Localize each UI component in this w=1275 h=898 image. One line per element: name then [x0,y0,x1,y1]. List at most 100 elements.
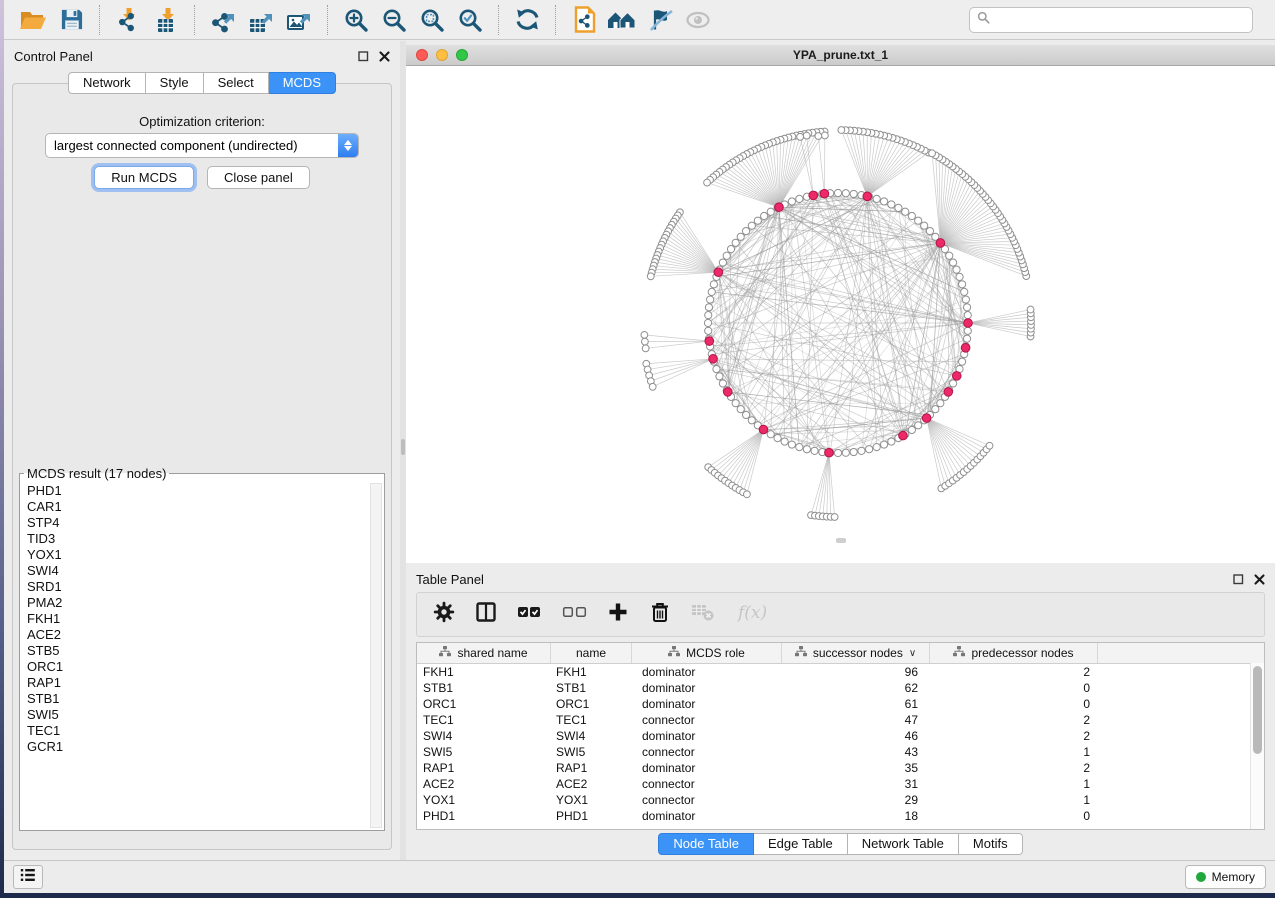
table-delete-button[interactable] [691,601,716,628]
network-canvas[interactable] [406,66,1275,563]
table-tab-network-table[interactable]: Network Table [848,833,959,855]
select-all-button[interactable] [517,601,542,628]
zoom-selected-icon [457,7,483,33]
tab-mcds[interactable]: MCDS [269,72,336,94]
table-row[interactable]: SWI5SWI5connector431 [417,744,1250,760]
delete-button[interactable] [649,601,671,628]
float-table-panel-icon[interactable] [1233,574,1244,585]
save-button[interactable] [54,3,88,37]
table-panel-tabs: Node TableEdge TableNetwork TableMotifs [406,833,1275,855]
run-mcds-button[interactable]: Run MCDS [94,166,194,189]
maximize-window-button[interactable] [456,49,468,61]
mcds-result-item[interactable]: STB5 [22,643,368,659]
add-button[interactable] [607,601,629,628]
criterion-select[interactable]: largest connected component (undirected) [45,133,359,158]
mcds-result-item[interactable]: GCR1 [22,739,368,755]
table-tab-motifs[interactable]: Motifs [959,833,1023,855]
close-table-panel-icon[interactable] [1254,574,1265,585]
table-cell: 0 [930,697,1098,711]
table-row[interactable]: TEC1TEC1connector472 [417,712,1250,728]
search-input[interactable] [995,12,1245,28]
table-row[interactable]: STB1STB1dominator620 [417,680,1250,696]
float-panel-icon[interactable] [358,51,369,62]
mcds-result-item[interactable]: FKH1 [22,611,368,627]
columns-button[interactable] [475,601,497,628]
search-box[interactable] [969,7,1253,33]
open-folder-button[interactable] [16,3,50,37]
session-houses-button[interactable] [605,3,639,37]
zoom-fit-button[interactable] [415,3,449,37]
network-graph[interactable] [406,66,1275,563]
mcds-result-item[interactable]: YOX1 [22,547,368,563]
table-scrollbar-thumb[interactable] [1253,666,1262,754]
refresh-button[interactable] [510,3,544,37]
graphics-details-button[interactable] [643,3,677,37]
table-row[interactable]: RAP1RAP1dominator352 [417,760,1250,776]
table-row[interactable]: ORC1ORC1dominator610 [417,696,1250,712]
table-cell: ORC1 [417,697,551,711]
sort-desc-icon: ∨ [909,648,916,659]
tab-network[interactable]: Network [68,72,146,94]
table-row[interactable]: FKH1FKH1dominator962 [417,664,1250,680]
splitter-handle[interactable] [401,439,405,455]
table-tab-node-table[interactable]: Node Table [658,833,754,855]
table-row[interactable]: PHD1PHD1dominator180 [417,808,1250,824]
zoom-in-button[interactable] [339,3,373,37]
column-header-successor-nodes[interactable]: successor nodes∨ [782,643,930,663]
table-row[interactable]: SWI4SWI4dominator462 [417,728,1250,744]
mcds-result-item[interactable]: STB1 [22,691,368,707]
zoom-selected-button[interactable] [453,3,487,37]
mcds-result-item[interactable]: CAR1 [22,499,368,515]
close-window-button[interactable] [416,49,428,61]
mcds-result-item[interactable]: TID3 [22,531,368,547]
mcds-result-item[interactable]: PHD1 [22,483,368,499]
deselect-all-button[interactable] [562,601,587,628]
zoom-out-button[interactable] [377,3,411,37]
mcds-result-item[interactable]: SRD1 [22,579,368,595]
result-scrollbar[interactable] [370,483,382,828]
zoom-out-icon [381,7,407,33]
export-network-button[interactable] [206,3,240,37]
mcds-result-item[interactable]: PMA2 [22,595,368,611]
mcds-result-item[interactable]: TEC1 [22,723,368,739]
table-row[interactable]: ACE2ACE2connector311 [417,776,1250,792]
import-table-icon [153,7,179,33]
tab-select[interactable]: Select [204,72,269,94]
table-cell: dominator [632,729,782,743]
table-row[interactable]: YOX1YOX1connector291 [417,792,1250,808]
close-panel-button[interactable]: Close panel [207,166,310,189]
table-tab-edge-table[interactable]: Edge Table [754,833,848,855]
column-header-MCDS-role[interactable]: MCDS role [632,643,782,663]
tab-style[interactable]: Style [146,72,204,94]
column-header-shared-name[interactable]: shared name [417,643,551,663]
eye-button[interactable] [681,3,715,37]
column-header-predecessor-nodes[interactable]: predecessor nodes [930,643,1098,663]
table-cell: 35 [782,761,930,775]
select-all-icon [517,601,542,628]
horizontal-splitter-handle[interactable] [836,538,846,543]
task-history-button[interactable] [13,865,43,889]
minimize-window-button[interactable] [436,49,448,61]
network-file-button[interactable] [567,3,601,37]
table-scrollbar[interactable] [1250,663,1264,829]
mcds-result-item[interactable]: STP4 [22,515,368,531]
mcds-result-item[interactable]: RAP1 [22,675,368,691]
table-cell: STB1 [551,681,632,695]
main-area: Control Panel NetworkStyleSelectMCDS Opt… [4,41,1275,860]
function-button[interactable]: f(x) [736,600,770,629]
export-image-button[interactable] [282,3,316,37]
import-network-button[interactable] [111,3,145,37]
column-header-name[interactable]: name [551,643,632,663]
gear-button[interactable] [433,601,455,628]
import-table-button[interactable] [149,3,183,37]
deselect-all-icon [562,601,587,628]
memory-button[interactable]: Memory [1185,865,1266,889]
table-cell: 29 [782,793,930,807]
add-icon [607,601,629,628]
mcds-result-item[interactable]: ACE2 [22,627,368,643]
export-table-button[interactable] [244,3,278,37]
mcds-result-item[interactable]: SWI4 [22,563,368,579]
mcds-result-item[interactable]: SWI5 [22,707,368,723]
mcds-result-item[interactable]: ORC1 [22,659,368,675]
close-panel-icon[interactable] [379,51,390,62]
